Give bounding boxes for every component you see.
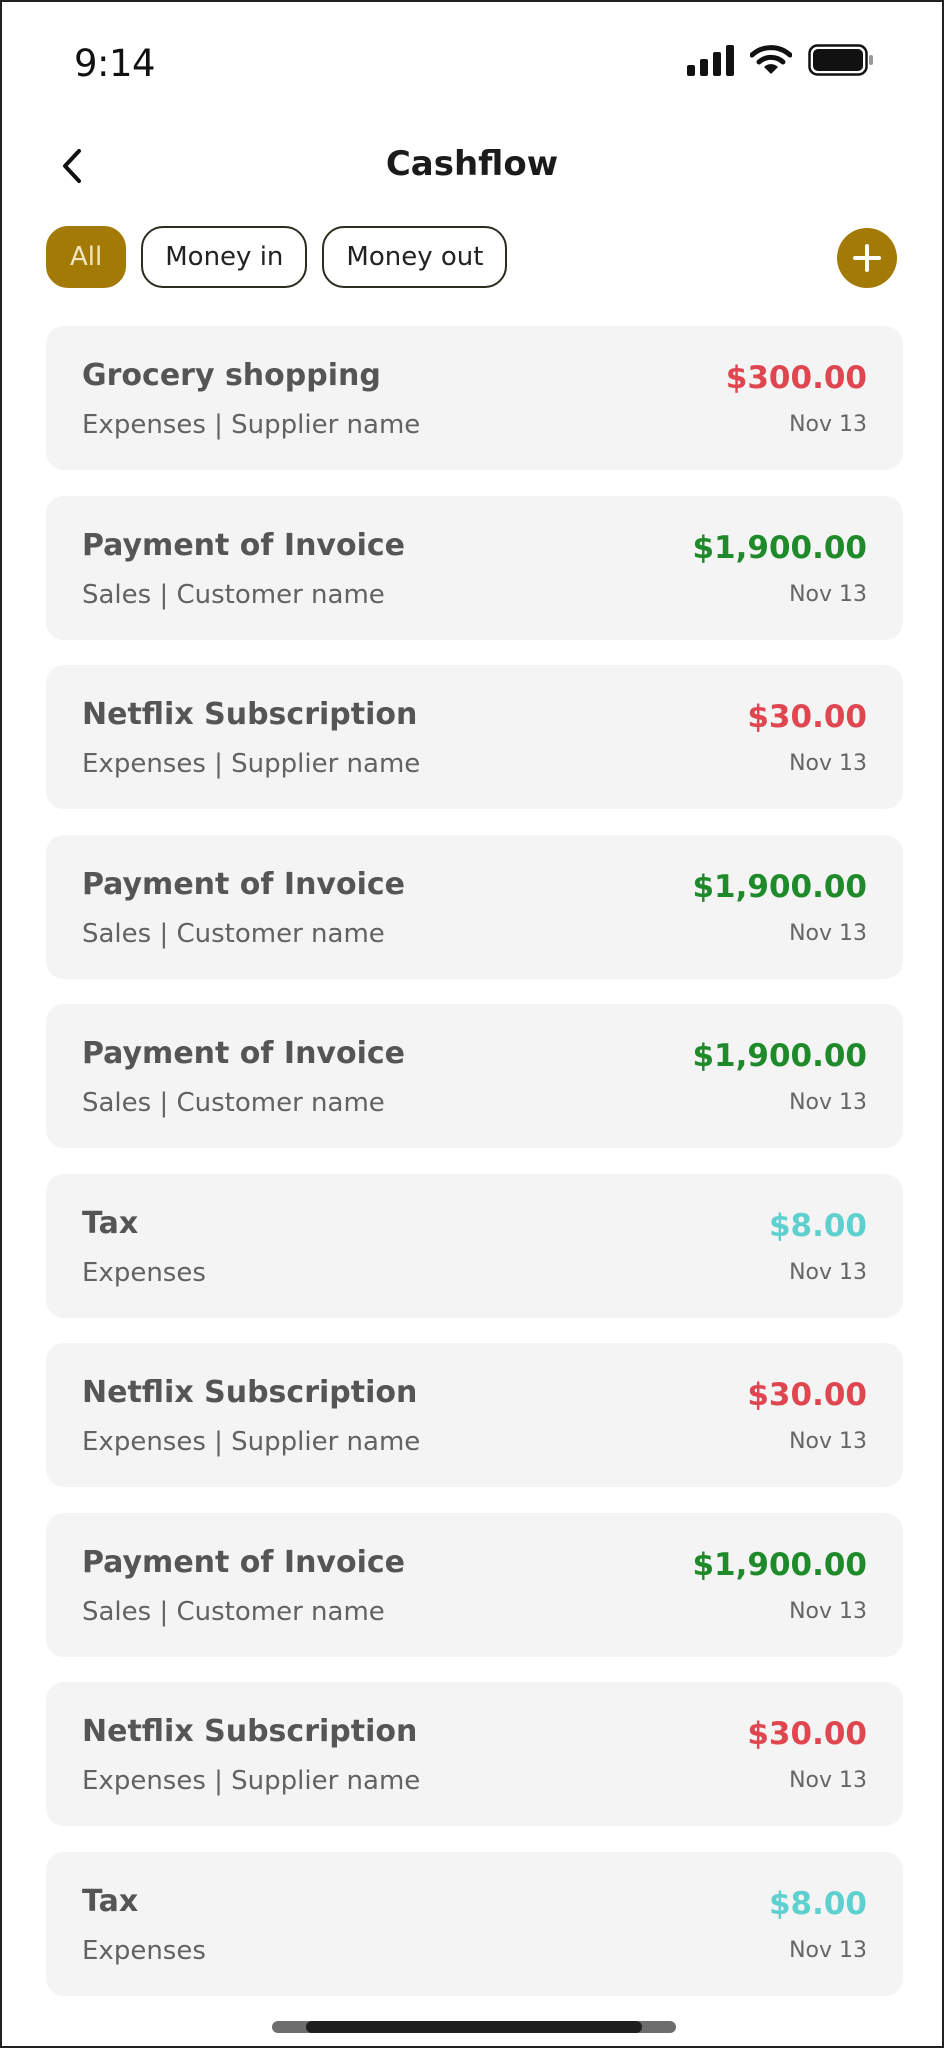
- cellular-signal-icon: [687, 44, 734, 76]
- transaction-date: Nov 13: [789, 1768, 867, 1793]
- transaction-date: Nov 13: [789, 751, 867, 776]
- plus-icon: [853, 244, 881, 272]
- transaction-title: Netflix Subscription: [82, 697, 418, 732]
- transaction-category: Expenses | Supplier name: [82, 410, 421, 440]
- transaction-date: Nov 13: [789, 412, 867, 437]
- transaction-amount: $8.00: [768, 1885, 867, 1922]
- page-title: Cashflow: [385, 144, 559, 184]
- transaction-title: Tax: [82, 1883, 139, 1919]
- transaction-date: Nov 13: [789, 1259, 867, 1285]
- transaction-card[interactable]: Netflix Subscription Expenses | Supplier …: [46, 665, 903, 809]
- filter-all-chip[interactable]: All: [46, 226, 127, 288]
- status-time: 9:14: [74, 42, 156, 85]
- home-indicator: [272, 2021, 676, 2033]
- transaction-card[interactable]: Tax Expenses $8.00 Nov 13: [46, 1851, 903, 1996]
- transaction-title: Payment of Invoice: [82, 1544, 406, 1580]
- transaction-category: Expenses | Supplier name: [82, 1427, 421, 1457]
- transaction-category: Expenses | Supplier name: [82, 1766, 421, 1796]
- transaction-category: Expenses: [82, 1257, 206, 1288]
- transaction-title: Payment of Invoice: [82, 527, 406, 563]
- transaction-category: Sales | Customer name: [82, 1596, 385, 1627]
- transaction-amount: $30.00: [747, 699, 867, 735]
- transaction-amount: $1,900.00: [692, 868, 867, 905]
- filter-money-out-chip[interactable]: Money out: [322, 226, 508, 288]
- status-icons: [687, 44, 874, 76]
- transaction-amount: $30.00: [747, 1377, 867, 1413]
- transaction-amount: $300.00: [725, 360, 867, 396]
- battery-icon: [808, 44, 873, 76]
- transaction-list: Grocery shopping Expenses | Supplier name…: [46, 326, 903, 2021]
- transaction-card[interactable]: Grocery shopping Expenses | Supplier name…: [46, 326, 903, 470]
- transaction-amount: $30.00: [747, 1716, 867, 1752]
- transaction-date: Nov 13: [789, 920, 867, 946]
- transaction-card[interactable]: Payment of Invoice Sales | Customer name $…: [46, 834, 903, 979]
- transaction-title: Tax: [82, 1205, 139, 1241]
- navigation-bar: Cashflow: [2, 142, 942, 192]
- transaction-card[interactable]: Netflix Subscription Expenses | Supplier …: [46, 1682, 903, 1826]
- transaction-date: Nov 13: [789, 1598, 867, 1624]
- transaction-amount: $1,900.00: [692, 1546, 867, 1583]
- transaction-category: Sales | Customer name: [82, 1088, 385, 1118]
- transaction-category: Expenses | Supplier name: [82, 749, 421, 779]
- transaction-card[interactable]: Payment of Invoice Sales | Customer name $…: [46, 1512, 903, 1657]
- transaction-date: Nov 13: [789, 1090, 867, 1115]
- transaction-amount: $1,900.00: [692, 1038, 867, 1074]
- transaction-title: Netflix Subscription: [82, 1714, 418, 1749]
- transaction-category: Expenses: [82, 1935, 206, 1966]
- transaction-amount: $8.00: [768, 1207, 867, 1244]
- transaction-title: Netflix Subscription: [82, 1375, 418, 1410]
- transaction-amount: $1,900.00: [692, 529, 867, 566]
- transaction-date: Nov 13: [789, 1429, 867, 1454]
- transaction-category: Sales | Customer name: [82, 918, 385, 949]
- transaction-date: Nov 13: [789, 1937, 867, 1963]
- status-bar: 9:14: [2, 2, 942, 112]
- filter-money-in-chip[interactable]: Money in: [141, 226, 308, 288]
- transaction-card[interactable]: Payment of Invoice Sales | Customer name $…: [46, 495, 903, 640]
- wifi-icon: [750, 45, 792, 74]
- transaction-card[interactable]: Netflix Subscription Expenses | Supplier …: [46, 1343, 903, 1487]
- transaction-date: Nov 13: [789, 581, 867, 607]
- transaction-category: Sales | Customer name: [82, 579, 385, 610]
- transaction-title: Payment of Invoice: [82, 866, 406, 902]
- transaction-card[interactable]: Payment of Invoice Sales | Customer name $…: [46, 1004, 903, 1148]
- transaction-card[interactable]: Tax Expenses $8.00 Nov 13: [46, 1173, 903, 1318]
- transaction-title: Grocery shopping: [82, 358, 381, 393]
- filter-chips: All Money in Money out: [46, 226, 508, 288]
- transaction-title: Payment of Invoice: [82, 1036, 406, 1071]
- add-transaction-button[interactable]: [837, 228, 897, 288]
